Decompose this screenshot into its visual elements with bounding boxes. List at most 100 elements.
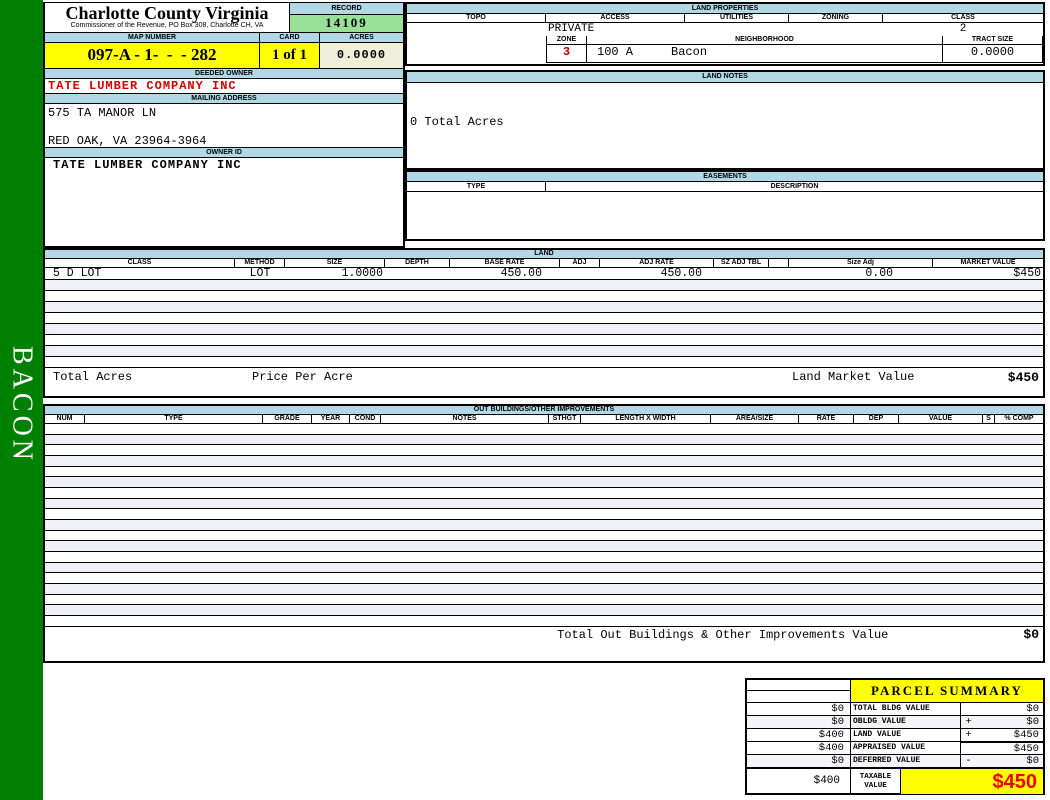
land-cell: 5 D LOT — [53, 267, 102, 280]
column-header: AREA/SIZE — [711, 415, 799, 423]
commissioner-line: Commissioner of the Revenue, PO Box 308,… — [70, 22, 264, 29]
land-cell: 450.00 — [660, 267, 702, 280]
column-header: DEPTH — [385, 259, 450, 267]
neighborhood-code: 100 A — [597, 45, 634, 59]
parcel-summary-row: $400 LAND VALUE + $450 — [747, 728, 1043, 741]
column-header: S — [983, 415, 995, 423]
empty-row — [45, 530, 1043, 542]
land-title: LAND — [45, 250, 1043, 259]
parcel-summary-op: + — [961, 728, 976, 741]
land-totals-row: Total Acres Price Per Acre Land Market V… — [45, 368, 1043, 388]
column-header: SIZE — [285, 259, 385, 267]
parcel-summary-left: $0 — [747, 754, 851, 767]
taxable-value-label-text: TAXABLE VALUE — [859, 773, 892, 790]
access-value: PRIVATE — [548, 23, 595, 35]
acres-value: 0.0000 — [320, 43, 403, 68]
topo-header: TOPO — [407, 14, 546, 22]
column-header: ADJ RATE — [600, 259, 714, 267]
neighborhood-value: 100 A Bacon — [587, 45, 943, 62]
easements-title: EASEMENTS — [407, 172, 1043, 182]
total-acres-label: Total Acres — [53, 370, 133, 384]
owner-id-label: OWNER ID — [45, 147, 403, 158]
access-header: ACCESS — [546, 14, 685, 22]
neighborhood-name: Bacon — [671, 45, 708, 59]
parcel-summary-right: $0 — [976, 702, 1043, 715]
parcel-summary-op — [961, 741, 976, 754]
parcel-summary-op: + — [961, 715, 976, 728]
land-cell — [714, 268, 769, 279]
empty-row — [45, 291, 1043, 302]
parcel-summary-rows: $0 TOTAL BLDG VALUE $0 $0 OBLDG VALUE + $0 $400… — [747, 702, 1043, 767]
taxable-value-row: $400 TAXABLE VALUE $450 — [747, 767, 1043, 794]
parcel-summary-right: $450 — [976, 741, 1043, 755]
neighborhood-header: NEIGHBORHOOD — [587, 36, 943, 44]
empty-row — [45, 552, 1043, 563]
land-notes-text: 0 Total Acres — [410, 115, 504, 129]
column-header: STHGT — [549, 415, 581, 423]
county-title: Charlotte County Virginia — [65, 3, 269, 23]
empty-row — [45, 424, 1043, 435]
zoning-value — [789, 23, 883, 36]
parcel-summary-left: $400 — [747, 741, 851, 754]
land-cell: LOT — [249, 267, 271, 280]
column-header: YEAR — [312, 415, 350, 423]
land-properties-box: LAND PROPERTIES TOPO ACCESS UTILITIES ZO… — [405, 2, 1045, 66]
parcel-summary-left: $0 — [747, 715, 851, 728]
parcel-summary-right: $0 — [976, 715, 1043, 728]
neighborhood-band: BACON — [0, 0, 43, 800]
utilities-value — [685, 23, 789, 36]
out-buildings-column-headers: NUM TYPE GRADE YEAR COND NOTES STHGT LENGTH X W… — [45, 415, 1043, 424]
parcel-summary-row: $0 DEFERRED VALUE - $0 — [747, 754, 1043, 767]
county-header: Charlotte County Virginia Commissioner o… — [45, 3, 289, 32]
mailing-address-value: 575 TA MANOR LN RED OAK, VA 23964-3964 — [48, 106, 207, 148]
parcel-summary-label: LAND VALUE — [851, 728, 961, 741]
empty-row — [45, 605, 1043, 617]
class-header: CLASS — [951, 14, 975, 21]
tract-size-header: TRACT SIZE — [971, 36, 1014, 43]
land-cell: 450.00 — [500, 267, 542, 280]
land-properties-title: LAND PROPERTIES — [407, 4, 1043, 14]
empty-row — [45, 324, 1043, 335]
parcel-summary-left: $400 — [747, 728, 851, 741]
column-header: NUM — [45, 415, 85, 423]
easements-box: EASEMENTS TYPE DESCRIPTION — [405, 170, 1045, 241]
map-number-label: MAP NUMBER — [45, 32, 260, 43]
column-header: SZ ADJ TBL — [714, 259, 769, 267]
parcel-summary-right: $0 — [976, 754, 1043, 767]
land-cell — [769, 268, 789, 279]
empty-row — [45, 346, 1043, 357]
empty-row — [45, 594, 1043, 606]
empty-row — [45, 335, 1043, 346]
out-buildings-total-value: $0 — [1023, 626, 1039, 642]
zoning-header: ZONING — [789, 14, 883, 22]
column-header: ADJ — [560, 259, 600, 267]
land-cell — [385, 268, 450, 279]
empty-row — [45, 541, 1043, 553]
out-buildings-total-row: Total Out Buildings & Other Improvements… — [45, 627, 1043, 644]
card-value: 1 of 1 — [260, 43, 320, 68]
land-cell: 0.00 — [865, 267, 893, 280]
class-value: 2 — [959, 23, 967, 35]
land-notes-box: LAND NOTES 0 Total Acres — [405, 70, 1045, 170]
taxable-left-value: $400 — [747, 769, 851, 794]
tract-size-value: 0.0000 — [970, 45, 1015, 59]
empty-row — [45, 445, 1043, 457]
column-header: MARKET VALUE — [960, 259, 1016, 266]
empty-row — [45, 498, 1043, 510]
land-cell — [560, 268, 600, 279]
record-cell: RECORD 14109 — [289, 3, 403, 32]
utilities-header: UTILITIES — [685, 14, 789, 22]
column-header: COND — [350, 415, 381, 423]
land-empty-rows — [45, 280, 1043, 368]
deeded-owner-label: DEEDED OWNER — [45, 68, 403, 79]
land-box: LAND CLASS METHOD SIZE DEPTH BASE RATE ADJ ADJ… — [43, 248, 1045, 398]
empty-row — [45, 302, 1043, 313]
out-buildings-total-label: Total Out Buildings & Other Improvements… — [557, 627, 889, 642]
parcel-record-page: BACON Charlotte County Virginia Commissi… — [0, 0, 1050, 800]
column-header: VALUE — [899, 415, 983, 423]
empty-row — [45, 313, 1043, 324]
card-label: CARD — [260, 32, 320, 43]
out-buildings-box: OUT BUILDINGS/OTHER IMPROVEMENTS NUM TYPE… — [43, 404, 1045, 663]
acres-label: ACRES — [320, 32, 403, 43]
column-header — [769, 259, 789, 267]
